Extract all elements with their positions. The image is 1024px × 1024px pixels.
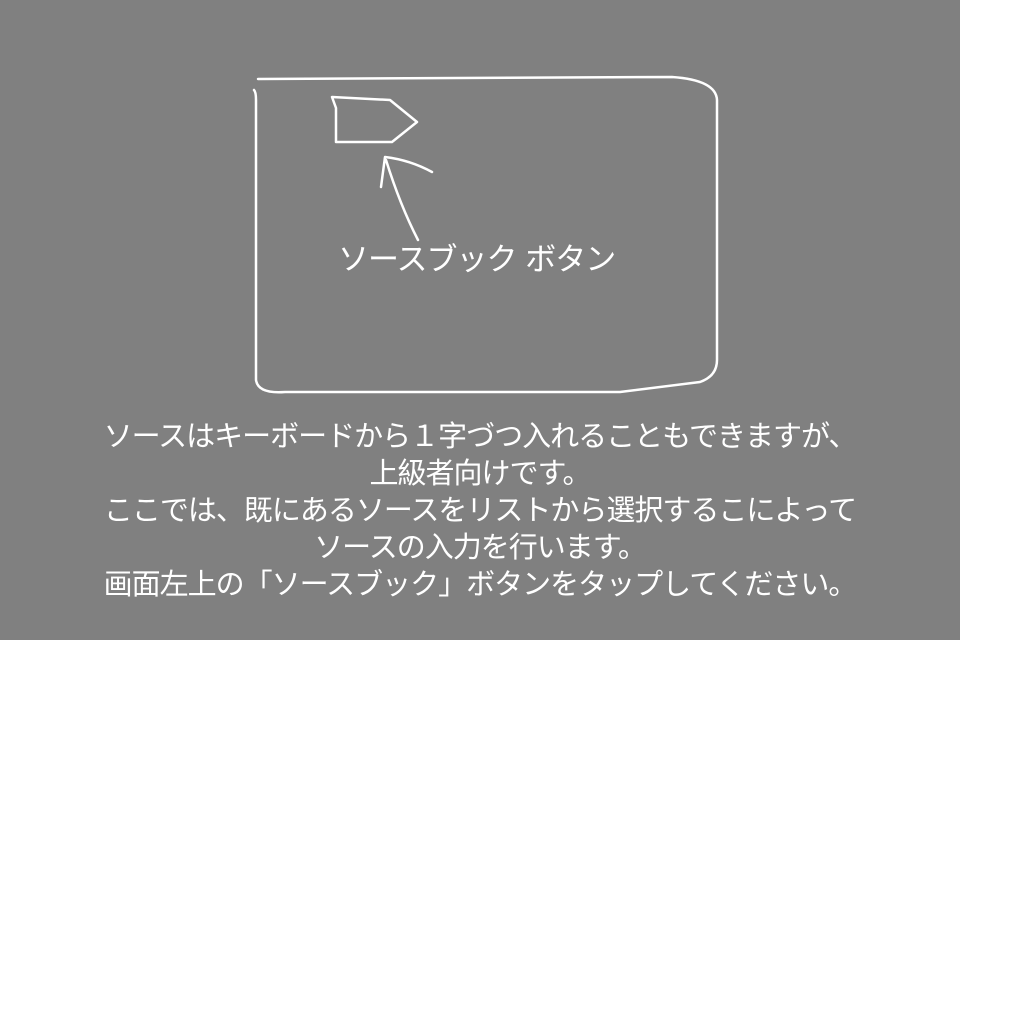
instruction-line: ソースはキーボードから１字づつ入れることもできますが、 (103, 419, 858, 453)
instruction-line: ソースの入力を行います。 (314, 530, 647, 564)
tutorial-panel: ソースブック ボタン ソースはキーボードから１字づつ入れることもできますが、 上… (0, 0, 960, 640)
instruction-line: ここでは、既にあるソースをリストから選択するこによって (103, 493, 857, 527)
pointer-arrow-icon (379, 155, 434, 242)
tablet-diagram (252, 75, 719, 394)
sourcebook-button-label: ソースブック ボタン (338, 242, 616, 278)
tablet-frame-sketch (252, 75, 719, 394)
sourcebook-button-icon (330, 95, 419, 144)
instruction-line: 画面左上の「ソースブック」ボタンをタップしてください。 (103, 567, 858, 601)
instruction-line: 上級者向けです。 (369, 456, 591, 490)
instruction-text: ソースはキーボードから１字づつ入れることもできますが、 上級者向けです。 ここで… (0, 418, 960, 603)
